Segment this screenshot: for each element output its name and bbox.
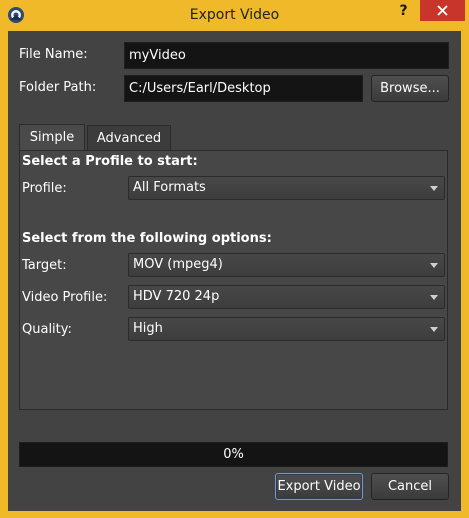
chevron-down-icon — [430, 186, 438, 191]
close-button[interactable] — [420, 0, 465, 21]
help-button[interactable]: ? — [390, 0, 417, 22]
dialog-body: File Name: myVideo Folder Path: C:/Users… — [8, 31, 461, 511]
target-select[interactable]: MOV (mpeg4) — [128, 253, 445, 277]
video-profile-label: Video Profile: — [22, 290, 108, 305]
progress-text: 0% — [223, 447, 244, 462]
export-video-button[interactable]: Export Video — [275, 473, 363, 500]
profile-select[interactable]: All Formats — [128, 176, 445, 200]
video-profile-select-value: HDV 720 24p — [133, 289, 220, 304]
target-label: Target: — [22, 258, 67, 273]
export-video-window: Export Video ? File Name: myVideo Folder… — [0, 0, 469, 518]
quality-label: Quality: — [22, 322, 72, 337]
chevron-down-icon — [430, 327, 438, 332]
chevron-down-icon — [430, 263, 438, 268]
tab-advanced[interactable]: Advanced — [87, 125, 171, 151]
tab-simple[interactable]: Simple — [19, 124, 85, 151]
export-progress-bar: 0% — [19, 442, 448, 467]
cancel-button[interactable]: Cancel — [371, 473, 449, 500]
quality-select[interactable]: High — [128, 317, 445, 341]
file-name-label: File Name: — [19, 47, 88, 62]
chevron-down-icon — [430, 295, 438, 300]
close-icon — [437, 5, 448, 16]
profile-section-heading: Select a Profile to start: — [22, 154, 198, 169]
profile-label: Profile: — [22, 181, 67, 196]
video-profile-select[interactable]: HDV 720 24p — [128, 285, 445, 309]
options-section-heading: Select from the following options: — [22, 231, 272, 246]
quality-select-value: High — [133, 321, 163, 336]
profile-select-value: All Formats — [133, 180, 206, 195]
browse-button[interactable]: Browse... — [371, 75, 449, 102]
file-name-input[interactable]: myVideo — [124, 42, 449, 69]
folder-path-input[interactable]: C:/Users/Earl/Desktop — [124, 75, 363, 102]
simple-tab-panel: Select a Profile to start: Profile: All … — [19, 150, 448, 410]
title-bar[interactable]: Export Video ? — [0, 0, 469, 31]
target-select-value: MOV (mpeg4) — [133, 257, 223, 272]
folder-path-label: Folder Path: — [19, 80, 97, 95]
